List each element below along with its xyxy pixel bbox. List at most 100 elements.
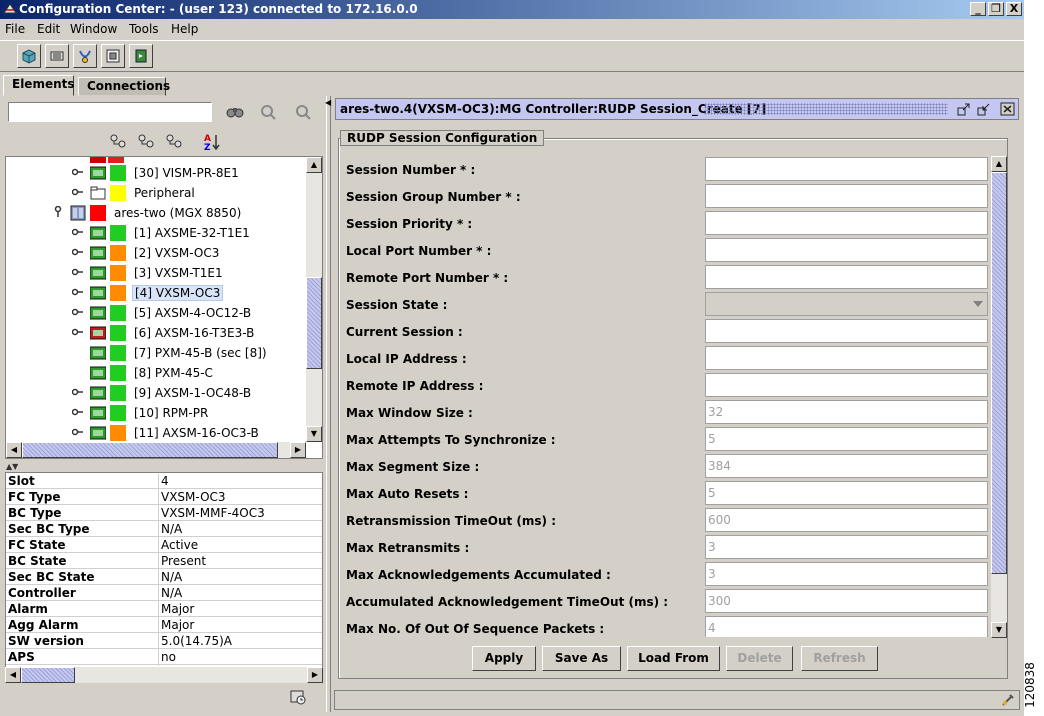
key-icon[interactable] bbox=[72, 406, 84, 418]
refresh-tree-icon[interactable] bbox=[164, 132, 184, 152]
tree-node[interactable]: [8] PXM-45-C bbox=[72, 364, 302, 382]
scroll-thumb[interactable] bbox=[22, 442, 278, 458]
tree-node[interactable]: [10] RPM-PR bbox=[72, 404, 302, 422]
splitter[interactable] bbox=[326, 96, 331, 712]
apply-button[interactable]: Apply bbox=[472, 646, 536, 671]
expand-all-icon[interactable] bbox=[108, 132, 128, 152]
session-number-field[interactable] bbox=[705, 157, 988, 181]
scroll-thumb[interactable] bbox=[306, 277, 322, 369]
key-icon[interactable] bbox=[72, 186, 84, 198]
tree-horizontal-scrollbar[interactable]: ◀ ▶ bbox=[6, 442, 306, 458]
save-as-button[interactable]: Save As bbox=[542, 646, 621, 671]
delete-button[interactable]: Delete bbox=[726, 646, 793, 671]
scroll-left-button[interactable]: ◀ bbox=[6, 442, 22, 458]
find-icon[interactable] bbox=[225, 102, 245, 122]
properties-horizontal-scrollbar[interactable]: ◀ ▶ bbox=[5, 667, 323, 683]
diagnostics-icon[interactable] bbox=[73, 44, 97, 68]
local-port-field[interactable] bbox=[705, 238, 988, 262]
max-ack-accumulated-field[interactable]: 3 bbox=[705, 562, 988, 586]
current-session-field[interactable] bbox=[705, 319, 988, 343]
retransmission-timeout-field[interactable]: 600 bbox=[705, 508, 988, 532]
minimize-button[interactable]: _ bbox=[970, 2, 986, 16]
scroll-right-button[interactable]: ▶ bbox=[290, 442, 306, 458]
key-icon[interactable] bbox=[72, 166, 84, 178]
key-icon[interactable] bbox=[72, 226, 84, 238]
equipment-icon[interactable] bbox=[45, 44, 69, 68]
form-vertical-scrollbar[interactable]: ▲ ▼ bbox=[991, 156, 1007, 638]
key-icon[interactable] bbox=[72, 306, 84, 318]
scroll-down-button[interactable]: ▼ bbox=[991, 622, 1007, 638]
tree-node-selected[interactable]: [4] VXSM-OC3 bbox=[72, 284, 302, 302]
tree-node-chassis[interactable]: ares-two (MGX 8850) bbox=[52, 204, 302, 222]
scroll-left-button[interactable]: ◀ bbox=[5, 667, 21, 683]
max-auto-resets-field[interactable]: 5 bbox=[705, 481, 988, 505]
sort-az-icon[interactable]: A Z bbox=[202, 132, 222, 152]
remote-port-field[interactable] bbox=[705, 265, 988, 289]
ack-timeout-field[interactable]: 300 bbox=[705, 589, 988, 613]
scroll-thumb[interactable] bbox=[21, 667, 75, 683]
collapse-all-icon[interactable] bbox=[136, 132, 156, 152]
configure-icon[interactable] bbox=[101, 44, 125, 68]
menu-help[interactable]: Help bbox=[171, 22, 198, 36]
key-icon[interactable] bbox=[72, 386, 84, 398]
close-frame-icon[interactable] bbox=[1000, 102, 1016, 117]
tree-node-label: [11] AXSM-16-OC3-B bbox=[134, 426, 259, 440]
key-icon[interactable] bbox=[72, 326, 84, 338]
session-group-number-field[interactable] bbox=[705, 184, 988, 208]
load-from-button[interactable]: Load From bbox=[627, 646, 720, 671]
tab-elements[interactable]: Elements bbox=[3, 75, 75, 96]
refresh-button[interactable]: Refresh bbox=[801, 646, 878, 671]
collapse-arrow-icon[interactable]: ◀ bbox=[325, 98, 331, 107]
max-window-size-field[interactable]: 32 bbox=[705, 400, 988, 424]
max-attempts-field[interactable]: 5 bbox=[705, 427, 988, 451]
restore-button[interactable]: ❐ bbox=[988, 2, 1004, 16]
scroll-down-button[interactable]: ▼ bbox=[306, 426, 322, 442]
network-icon[interactable] bbox=[17, 44, 41, 68]
scroll-right-button[interactable]: ▶ bbox=[307, 667, 323, 683]
tree-node[interactable]: [5] AXSM-4-OC12-B bbox=[72, 304, 302, 322]
session-priority-field[interactable] bbox=[705, 211, 988, 235]
tree-node[interactable]: [9] AXSM-1-OC48-B bbox=[72, 384, 302, 402]
menu-file[interactable]: File bbox=[5, 22, 25, 36]
search-input[interactable] bbox=[8, 102, 212, 122]
scroll-up-button[interactable]: ▲ bbox=[306, 157, 322, 173]
tree-node[interactable]: [3] VXSM-T1E1 bbox=[72, 264, 302, 282]
local-ip-field[interactable] bbox=[705, 346, 988, 370]
max-segment-size-field[interactable]: 384 bbox=[705, 454, 988, 478]
splitter-arrows[interactable]: ▲▼ bbox=[6, 462, 18, 471]
menu-edit[interactable]: Edit bbox=[37, 22, 60, 36]
tree-node[interactable]: [30] VISM-PR-8E1 bbox=[72, 164, 302, 182]
session-state-select[interactable] bbox=[705, 292, 988, 316]
export-icon[interactable] bbox=[129, 44, 153, 68]
key-icon[interactable] bbox=[52, 206, 64, 218]
tree-node[interactable]: [1] AXSME-32-T1E1 bbox=[72, 224, 302, 242]
tree-node[interactable]: [11] AXSM-16-OC3-B bbox=[72, 424, 302, 442]
key-icon[interactable] bbox=[72, 286, 84, 298]
tree-vertical-scrollbar[interactable]: ▲ ▼ bbox=[306, 157, 322, 442]
undock-icon[interactable] bbox=[956, 102, 972, 117]
tree-node[interactable]: [7] PXM-45-B (sec [8]) bbox=[72, 344, 302, 362]
status-monitor-icon[interactable] bbox=[289, 688, 307, 706]
field-label: Max Auto Resets : bbox=[346, 487, 469, 501]
key-icon[interactable] bbox=[72, 246, 84, 258]
key-icon[interactable] bbox=[72, 426, 84, 438]
tab-connections[interactable]: Connections bbox=[78, 77, 170, 96]
menu-window[interactable]: Window bbox=[70, 22, 117, 36]
key-icon[interactable] bbox=[72, 266, 84, 278]
remote-ip-field[interactable] bbox=[705, 373, 988, 397]
chevron-down-icon bbox=[973, 301, 983, 307]
tree-node[interactable]: Peripheral bbox=[72, 184, 302, 202]
menu-tools[interactable]: Tools bbox=[129, 22, 159, 36]
dock-icon[interactable] bbox=[976, 102, 992, 117]
find-previous-icon[interactable] bbox=[258, 102, 278, 122]
find-next-icon[interactable] bbox=[293, 102, 313, 122]
max-out-of-sequence-field[interactable]: 4 bbox=[705, 616, 988, 637]
folder-icon bbox=[90, 186, 106, 200]
tree-node[interactable]: [2] VXSM-OC3 bbox=[72, 244, 302, 262]
close-button[interactable]: X bbox=[1006, 2, 1022, 16]
scroll-up-button[interactable]: ▲ bbox=[991, 156, 1007, 172]
scroll-thumb[interactable] bbox=[991, 172, 1007, 574]
max-retransmits-field[interactable]: 3 bbox=[705, 535, 988, 559]
tree-node[interactable]: [6] AXSM-16-T3E3-B bbox=[72, 324, 302, 342]
property-value: Present bbox=[158, 554, 206, 570]
